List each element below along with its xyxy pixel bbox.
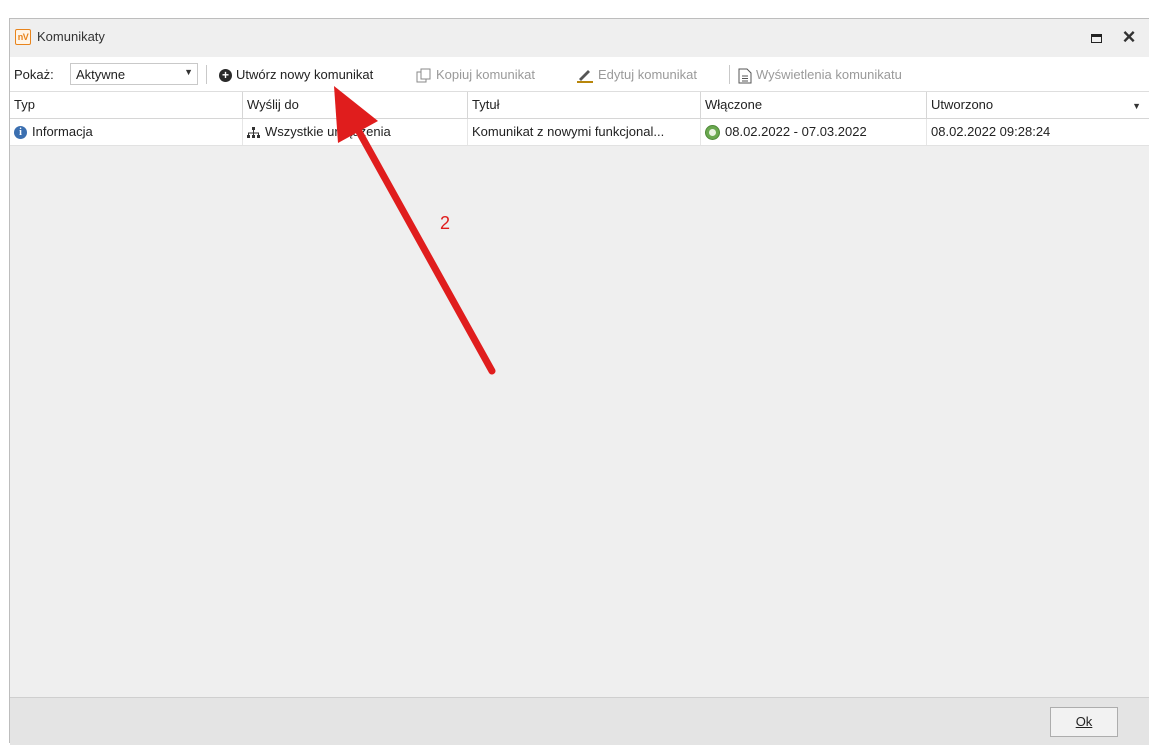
message-views-label: Wyświetlenia komunikatu (756, 67, 902, 82)
cell-created: 08.02.2022 09:28:24 (927, 119, 1149, 145)
title-bar: nV Komunikaty × (10, 19, 1149, 57)
copy-message-label: Kopiuj komunikat (436, 67, 535, 82)
cell-title: Komunikat z nowymi funkcjonal... (468, 119, 701, 145)
cell-enabled: 08.02.2022 - 07.03.2022 (701, 119, 927, 145)
column-header-type[interactable]: Typ (10, 92, 243, 118)
cell-title-text: Komunikat z nowymi funkcjonal... (472, 124, 665, 139)
window-title: Komunikaty (37, 29, 105, 44)
cell-created-text: 08.02.2022 09:28:24 (931, 124, 1051, 139)
edit-message-button[interactable]: Edytuj komunikat (576, 67, 697, 84)
chevron-down-icon: ▼ (184, 67, 193, 77)
create-message-button[interactable]: + Utwórz nowy komunikat (219, 67, 374, 83)
cell-send-to: Wszystkie urządzenia (243, 119, 468, 145)
column-header-created[interactable]: Utworzono (927, 92, 1149, 118)
plus-circle-icon: + (219, 69, 232, 83)
cell-type: i Informacja (10, 119, 243, 145)
ok-button-label: Ok (1075, 714, 1093, 729)
info-icon: i (14, 126, 27, 140)
footer-bar: Ok (10, 697, 1149, 745)
copy-message-button[interactable]: Kopiuj komunikat (416, 67, 535, 83)
toolbar-separator (206, 65, 207, 84)
grid-header: Typ Wyślij do Tytuł Włączone Utworzono ▼ (10, 92, 1149, 119)
app-logo-icon: nV (15, 29, 31, 45)
create-message-label: Utwórz nowy komunikat (236, 67, 374, 82)
column-header-title[interactable]: Tytuł (468, 92, 701, 118)
show-label: Pokaż: (14, 67, 54, 82)
annotation-number: 2 (440, 213, 451, 233)
table-row[interactable]: i Informacja Wszystkie urządzenia Komunik… (10, 119, 1149, 146)
cell-type-text: Informacja (32, 124, 93, 139)
column-header-enabled[interactable]: Włączone (701, 92, 927, 118)
maximize-icon (1090, 34, 1102, 44)
maximize-button[interactable] (1085, 27, 1107, 49)
messages-grid: Typ Wyślij do Tytuł Włączone Utworzono ▼… (10, 92, 1149, 697)
edit-message-label: Edytuj komunikat (598, 67, 697, 82)
ok-button[interactable]: Ok (1050, 707, 1118, 737)
column-menu-dropdown-icon[interactable]: ▼ (1132, 101, 1141, 111)
copy-icon (416, 68, 431, 83)
cell-enabled-text: 08.02.2022 - 07.03.2022 (725, 124, 867, 139)
close-button[interactable]: × (1118, 24, 1140, 49)
komunikaty-window: nV Komunikaty × Pokaż: Aktywne ▼ + Utwórz… (9, 18, 1149, 745)
cell-send-to-text: Wszystkie urządzenia (265, 124, 391, 139)
message-views-button[interactable]: Wyświetlenia komunikatu (738, 67, 902, 84)
column-header-send-to[interactable]: Wyślij do (243, 92, 468, 118)
toolbar: Pokaż: Aktywne ▼ + Utwórz nowy komunikat … (10, 57, 1149, 92)
show-filter-dropdown[interactable]: Aktywne ▼ (70, 63, 198, 85)
clock-icon (705, 125, 720, 141)
show-filter-value: Aktywne (76, 67, 126, 82)
device-tree-icon (247, 126, 260, 138)
document-icon (738, 68, 752, 84)
pencil-icon (577, 70, 593, 84)
toolbar-separator (729, 65, 730, 84)
close-icon: × (1122, 24, 1136, 49)
